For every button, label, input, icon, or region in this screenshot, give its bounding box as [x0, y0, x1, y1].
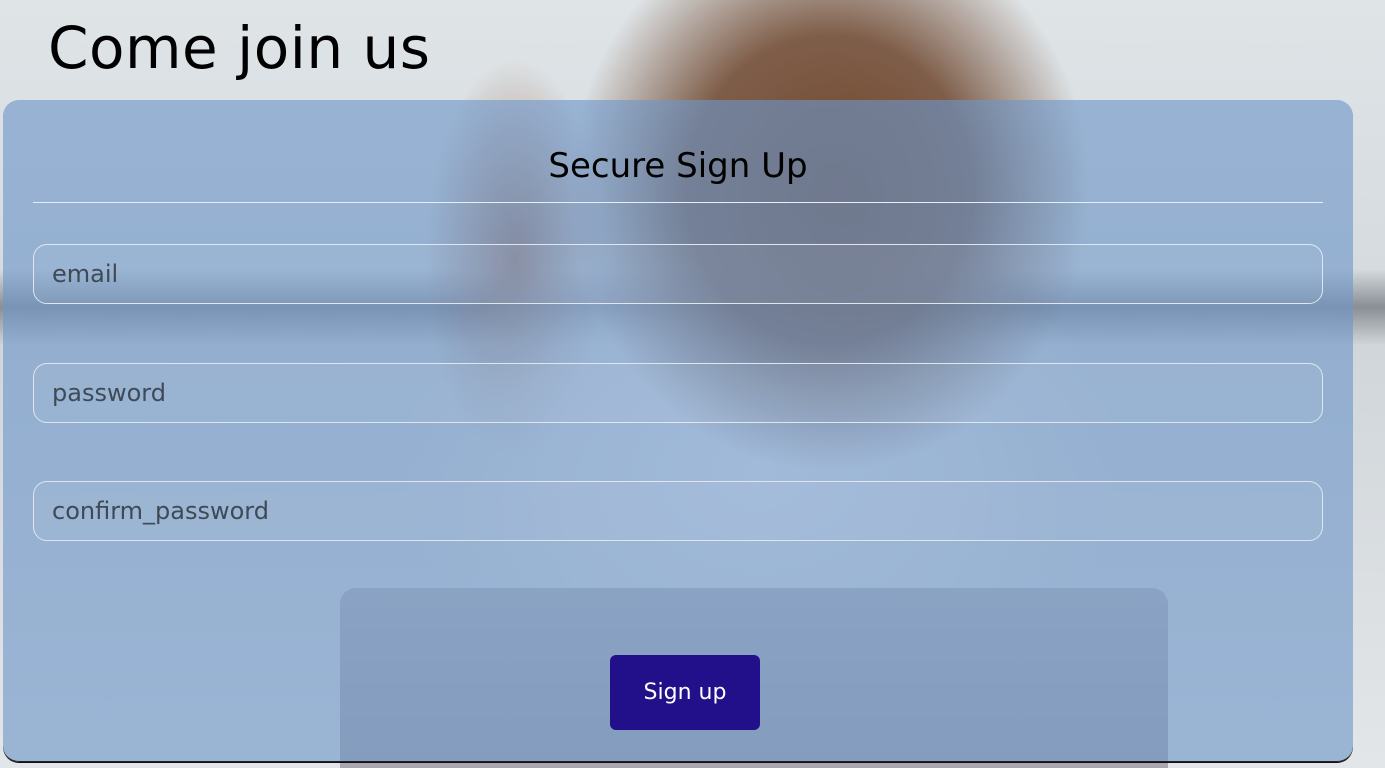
card-title: Secure Sign Up: [548, 146, 808, 186]
card-divider: [33, 202, 1323, 203]
page-title: Come join us: [48, 14, 431, 82]
password-field[interactable]: [33, 363, 1323, 423]
confirm-password-field[interactable]: [33, 481, 1323, 541]
signup-button[interactable]: Sign up: [610, 655, 760, 730]
email-field[interactable]: [33, 244, 1323, 304]
signup-card: Secure Sign Up Sign up: [3, 100, 1353, 762]
